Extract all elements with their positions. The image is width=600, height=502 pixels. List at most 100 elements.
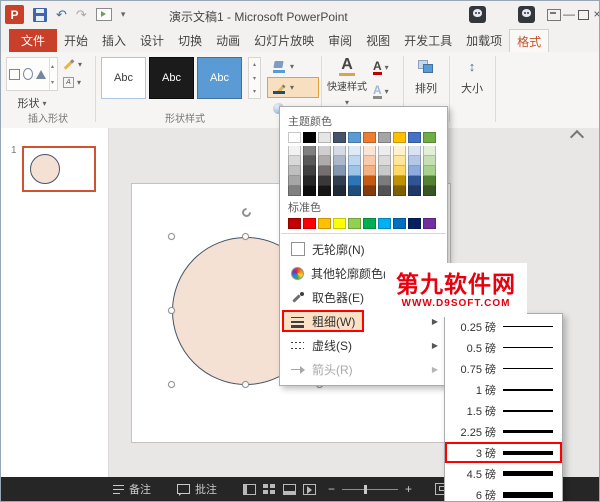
text-outline-button[interactable]: A ▾ xyxy=(373,84,389,99)
color-swatch[interactable] xyxy=(348,186,361,196)
menu-item-dashes[interactable]: 虚线(S) ▶ xyxy=(280,333,447,357)
undo-icon[interactable]: ↶ xyxy=(56,7,67,22)
color-swatch[interactable] xyxy=(423,156,436,166)
ribbon-tab[interactable]: 开发工具 xyxy=(397,29,459,52)
ribbon-tab[interactable]: 加载项 xyxy=(459,29,509,52)
resize-handle[interactable] xyxy=(168,233,175,240)
shape-style-swatch[interactable]: Abc xyxy=(149,57,194,99)
zoom-in-icon[interactable]: + xyxy=(405,483,412,495)
ribbon-display-options-icon[interactable] xyxy=(547,9,561,21)
color-swatch[interactable] xyxy=(408,146,421,156)
color-swatch[interactable] xyxy=(378,156,391,166)
resize-handle[interactable] xyxy=(242,233,249,240)
shape-style-swatch[interactable]: Abc xyxy=(197,57,242,99)
color-swatch[interactable] xyxy=(303,156,316,166)
color-swatch[interactable] xyxy=(303,176,316,186)
color-swatch[interactable] xyxy=(318,166,331,176)
weight-option[interactable]: 1 磅 xyxy=(445,379,562,400)
color-swatch[interactable] xyxy=(393,146,406,156)
shape-fill-button[interactable]: ▾ xyxy=(267,56,319,77)
weight-option[interactable]: 1.5 磅 xyxy=(445,400,562,421)
zoom-out-icon[interactable]: − xyxy=(328,483,335,495)
rotation-handle-icon[interactable] xyxy=(240,206,253,219)
weight-option[interactable]: 3 磅 xyxy=(445,442,562,463)
color-swatch[interactable] xyxy=(423,166,436,176)
color-swatch[interactable] xyxy=(363,218,376,229)
color-swatch[interactable] xyxy=(348,146,361,156)
weight-option[interactable]: 0.75 磅 xyxy=(445,358,562,379)
weight-option[interactable]: 0.5 磅 xyxy=(445,337,562,358)
ribbon-tab[interactable]: 插入 xyxy=(95,29,133,52)
notes-button[interactable]: 备注 xyxy=(113,481,151,497)
shape-gallery[interactable]: ▴ ▾ xyxy=(6,57,58,91)
color-swatch[interactable] xyxy=(378,132,391,143)
weight-option[interactable]: 2.25 磅 xyxy=(445,421,562,442)
ribbon-tab[interactable]: 格式 xyxy=(509,29,550,52)
edit-shape-button[interactable]: ▾ xyxy=(63,59,82,70)
color-swatch[interactable] xyxy=(363,146,376,156)
resize-handle[interactable] xyxy=(168,307,175,314)
color-swatch[interactable] xyxy=(288,218,301,229)
ribbon-tab[interactable]: 幻灯片放映 xyxy=(247,29,321,52)
color-swatch[interactable] xyxy=(363,132,376,143)
color-swatch[interactable] xyxy=(393,218,406,229)
arrange-button[interactable]: 排列 xyxy=(405,60,447,96)
color-swatch[interactable] xyxy=(363,186,376,196)
color-swatch[interactable] xyxy=(408,218,421,229)
color-swatch[interactable] xyxy=(348,156,361,166)
normal-view-icon[interactable] xyxy=(243,483,256,495)
color-swatch[interactable] xyxy=(423,186,436,196)
color-swatch[interactable] xyxy=(303,146,316,156)
color-swatch[interactable] xyxy=(318,146,331,156)
gallery-more-icon[interactable]: ▾ xyxy=(253,88,256,95)
color-swatch[interactable] xyxy=(333,166,346,176)
text-box-button[interactable]: ▾ xyxy=(63,77,82,88)
zoom-slider[interactable] xyxy=(342,484,399,494)
skull-icon[interactable] xyxy=(469,6,486,23)
color-swatch[interactable] xyxy=(303,218,316,229)
color-swatch[interactable] xyxy=(288,176,301,186)
restore-button[interactable] xyxy=(578,10,589,20)
color-swatch[interactable] xyxy=(303,166,316,176)
ribbon-tab[interactable]: 开始 xyxy=(57,29,95,52)
shape-outline-button[interactable]: ▾ xyxy=(267,77,319,98)
skull-icon[interactable] xyxy=(518,6,535,23)
quick-styles-button[interactable]: A 快速样式 ▾ xyxy=(324,57,370,108)
rectangle-shape-icon[interactable] xyxy=(9,68,20,80)
powerpoint-logo-icon[interactable]: P xyxy=(5,5,24,24)
minimize-button[interactable]: — xyxy=(562,7,576,21)
color-swatch[interactable] xyxy=(288,146,301,156)
color-swatch[interactable] xyxy=(378,146,391,156)
gallery-scroll[interactable]: ▴ ▾ ▾ xyxy=(248,57,261,99)
color-swatch[interactable] xyxy=(318,132,331,143)
color-swatch[interactable] xyxy=(333,132,346,143)
text-fill-button[interactable]: A ▾ xyxy=(373,60,389,75)
tab-file[interactable]: 文件 xyxy=(9,29,58,52)
color-swatch[interactable] xyxy=(408,166,421,176)
color-swatch[interactable] xyxy=(333,146,346,156)
redo-icon[interactable]: ↷ xyxy=(76,7,87,22)
color-swatch[interactable] xyxy=(348,176,361,186)
color-swatch[interactable] xyxy=(408,156,421,166)
menu-item-no-outline[interactable]: 无轮廓(N) xyxy=(280,237,447,261)
color-swatch[interactable] xyxy=(318,186,331,196)
slideshow-view-icon[interactable] xyxy=(303,483,316,495)
gallery-scroll[interactable]: ▴ ▾ xyxy=(48,58,55,90)
color-swatch[interactable] xyxy=(378,166,391,176)
gallery-down-icon[interactable]: ▾ xyxy=(253,75,256,82)
color-swatch[interactable] xyxy=(348,166,361,176)
weight-option[interactable]: 6 磅 xyxy=(445,484,562,501)
ribbon-tab[interactable]: 审阅 xyxy=(321,29,359,52)
color-swatch[interactable] xyxy=(393,156,406,166)
triangle-shape-icon[interactable] xyxy=(35,69,46,79)
ribbon-tab[interactable]: 切换 xyxy=(171,29,209,52)
color-swatch[interactable] xyxy=(303,186,316,196)
color-swatch[interactable] xyxy=(288,156,301,166)
gallery-up-icon[interactable]: ▴ xyxy=(253,61,256,68)
color-swatch[interactable] xyxy=(333,156,346,166)
color-swatch[interactable] xyxy=(288,132,301,143)
color-swatch[interactable] xyxy=(318,176,331,186)
start-slideshow-icon[interactable] xyxy=(95,8,112,21)
color-swatch[interactable] xyxy=(363,166,376,176)
slide-sorter-view-icon[interactable] xyxy=(263,483,276,495)
